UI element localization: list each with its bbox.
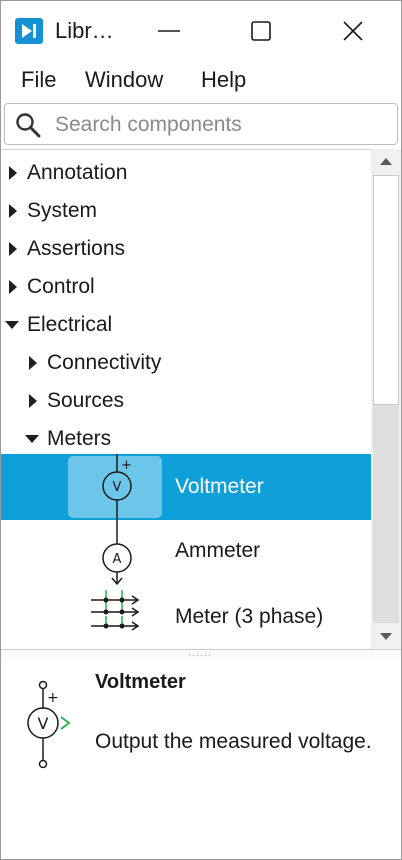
component-label: Ammeter <box>175 539 261 562</box>
tree-item-label: Electrical <box>27 313 113 336</box>
tree-item-label: System <box>27 199 98 222</box>
menu-file[interactable]: File <box>21 65 56 95</box>
detail-title: Voltmeter <box>95 671 186 693</box>
tree-item-meters[interactable]: Meters <box>1 420 371 458</box>
app-icon <box>15 18 43 44</box>
expand-arrow-icon[interactable] <box>9 242 17 256</box>
three-phase-meter-icon <box>91 590 140 631</box>
component-label: Voltmeter <box>175 475 264 498</box>
scrollbar-thumb[interactable] <box>373 175 399 405</box>
ammeter-icon: A <box>102 520 132 586</box>
tree-scrollbar[interactable] <box>371 149 401 649</box>
svg-text:V: V <box>38 714 49 733</box>
svg-text:+: + <box>121 458 132 473</box>
menu-bar: File Window Help <box>1 61 401 99</box>
component-detail-pane: + V Voltmeter Output the measured voltag… <box>1 658 401 858</box>
svg-text:V: V <box>113 480 122 495</box>
search-box <box>4 103 398 145</box>
tree-item-electrical[interactable]: Electrical <box>1 306 371 344</box>
scroll-down-button[interactable] <box>371 625 401 649</box>
tree-item-connectivity[interactable]: Connectivity <box>1 344 371 382</box>
close-button[interactable] <box>331 11 375 51</box>
component-voltmeter[interactable]: + V Voltmeter <box>1 454 371 520</box>
tree-item-label: Meters <box>47 427 112 450</box>
tree-item-label: Control <box>27 275 95 298</box>
minimize-button[interactable] <box>147 11 191 51</box>
tree-item-label: Sources <box>47 389 125 412</box>
tree-item-control[interactable]: Control <box>1 268 371 306</box>
search-icon <box>16 113 41 138</box>
maximize-icon <box>251 21 271 41</box>
tree-item-sources[interactable]: Sources <box>1 382 371 420</box>
component-label: Meter (3 phase) <box>175 605 324 628</box>
component-ammeter[interactable]: A Ammeter <box>1 520 371 586</box>
maximize-button[interactable] <box>239 11 283 51</box>
minimize-icon <box>158 30 180 32</box>
pane-splitter[interactable]: ······ <box>1 649 401 660</box>
scroll-down-arrow-icon <box>380 633 392 640</box>
voltmeter-icon: + V <box>102 454 132 520</box>
collapse-arrow-icon[interactable] <box>5 321 19 329</box>
expand-arrow-icon[interactable] <box>9 280 17 294</box>
component-tree: Annotation System Assertions Control Ele… <box>1 149 401 650</box>
close-icon <box>343 21 363 41</box>
search-input[interactable] <box>53 109 387 141</box>
expand-arrow-icon[interactable] <box>9 204 17 218</box>
expand-arrow-icon[interactable] <box>29 394 37 408</box>
tree-item-label: Annotation <box>27 161 128 184</box>
menu-window[interactable]: Window <box>85 65 163 95</box>
tree-item-annotation[interactable]: Annotation <box>1 154 371 192</box>
expand-arrow-icon[interactable] <box>29 356 37 370</box>
scroll-up-arrow-icon <box>380 158 392 165</box>
detail-description: Output the measured voltage. <box>95 730 372 753</box>
scroll-up-button[interactable] <box>371 149 401 173</box>
window-title: Libr… <box>55 18 114 43</box>
tree-item-system[interactable]: System <box>1 192 371 230</box>
expand-arrow-icon[interactable] <box>9 166 17 180</box>
tree-item-assertions[interactable]: Assertions <box>1 230 371 268</box>
component-meter-3-phase[interactable]: Meter (3 phase) <box>1 586 371 650</box>
tree-item-label: Connectivity <box>47 351 162 374</box>
collapse-arrow-icon[interactable] <box>25 435 39 443</box>
menu-help[interactable]: Help <box>201 65 246 95</box>
svg-text:A: A <box>113 552 122 567</box>
tree-item-label: Assertions <box>27 237 126 260</box>
svg-text:+: + <box>47 690 59 706</box>
voltmeter-icon: + V <box>27 680 71 769</box>
scrollbar-track[interactable] <box>373 405 399 623</box>
library-window: Libr… File Window Help Annotation Sys <box>0 0 402 860</box>
title-bar[interactable]: Libr… <box>1 1 401 59</box>
